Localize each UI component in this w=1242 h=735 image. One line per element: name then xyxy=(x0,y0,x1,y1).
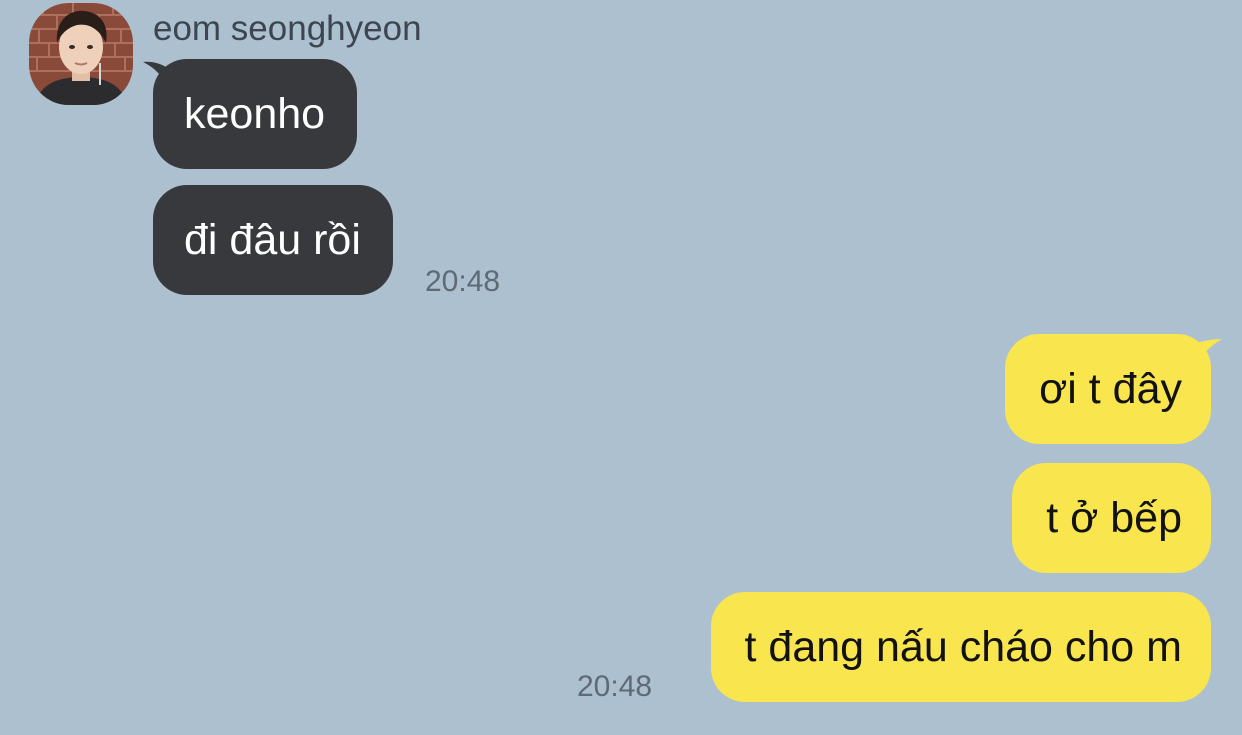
avatar-photo xyxy=(29,3,133,105)
contact-avatar[interactable] xyxy=(29,3,133,105)
incoming-message-bubble[interactable]: keonho xyxy=(153,59,358,169)
chat-view: eom seonghyeon keonho đi đâu rồi 20:48 ơ… xyxy=(0,0,1242,735)
incoming-message-bubble[interactable]: đi đâu rồi xyxy=(153,185,393,295)
outgoing-message-bubble[interactable]: ơi t đây xyxy=(1005,334,1211,444)
incoming-timestamp: 20:48 xyxy=(425,265,501,298)
outgoing-message-bubble[interactable]: t ở bếp xyxy=(1012,463,1211,573)
contact-name: eom seonghyeon xyxy=(153,9,422,48)
outgoing-message-bubble[interactable]: t đang nấu cháo cho m xyxy=(710,592,1211,702)
outgoing-timestamp: 20:48 xyxy=(577,670,653,703)
